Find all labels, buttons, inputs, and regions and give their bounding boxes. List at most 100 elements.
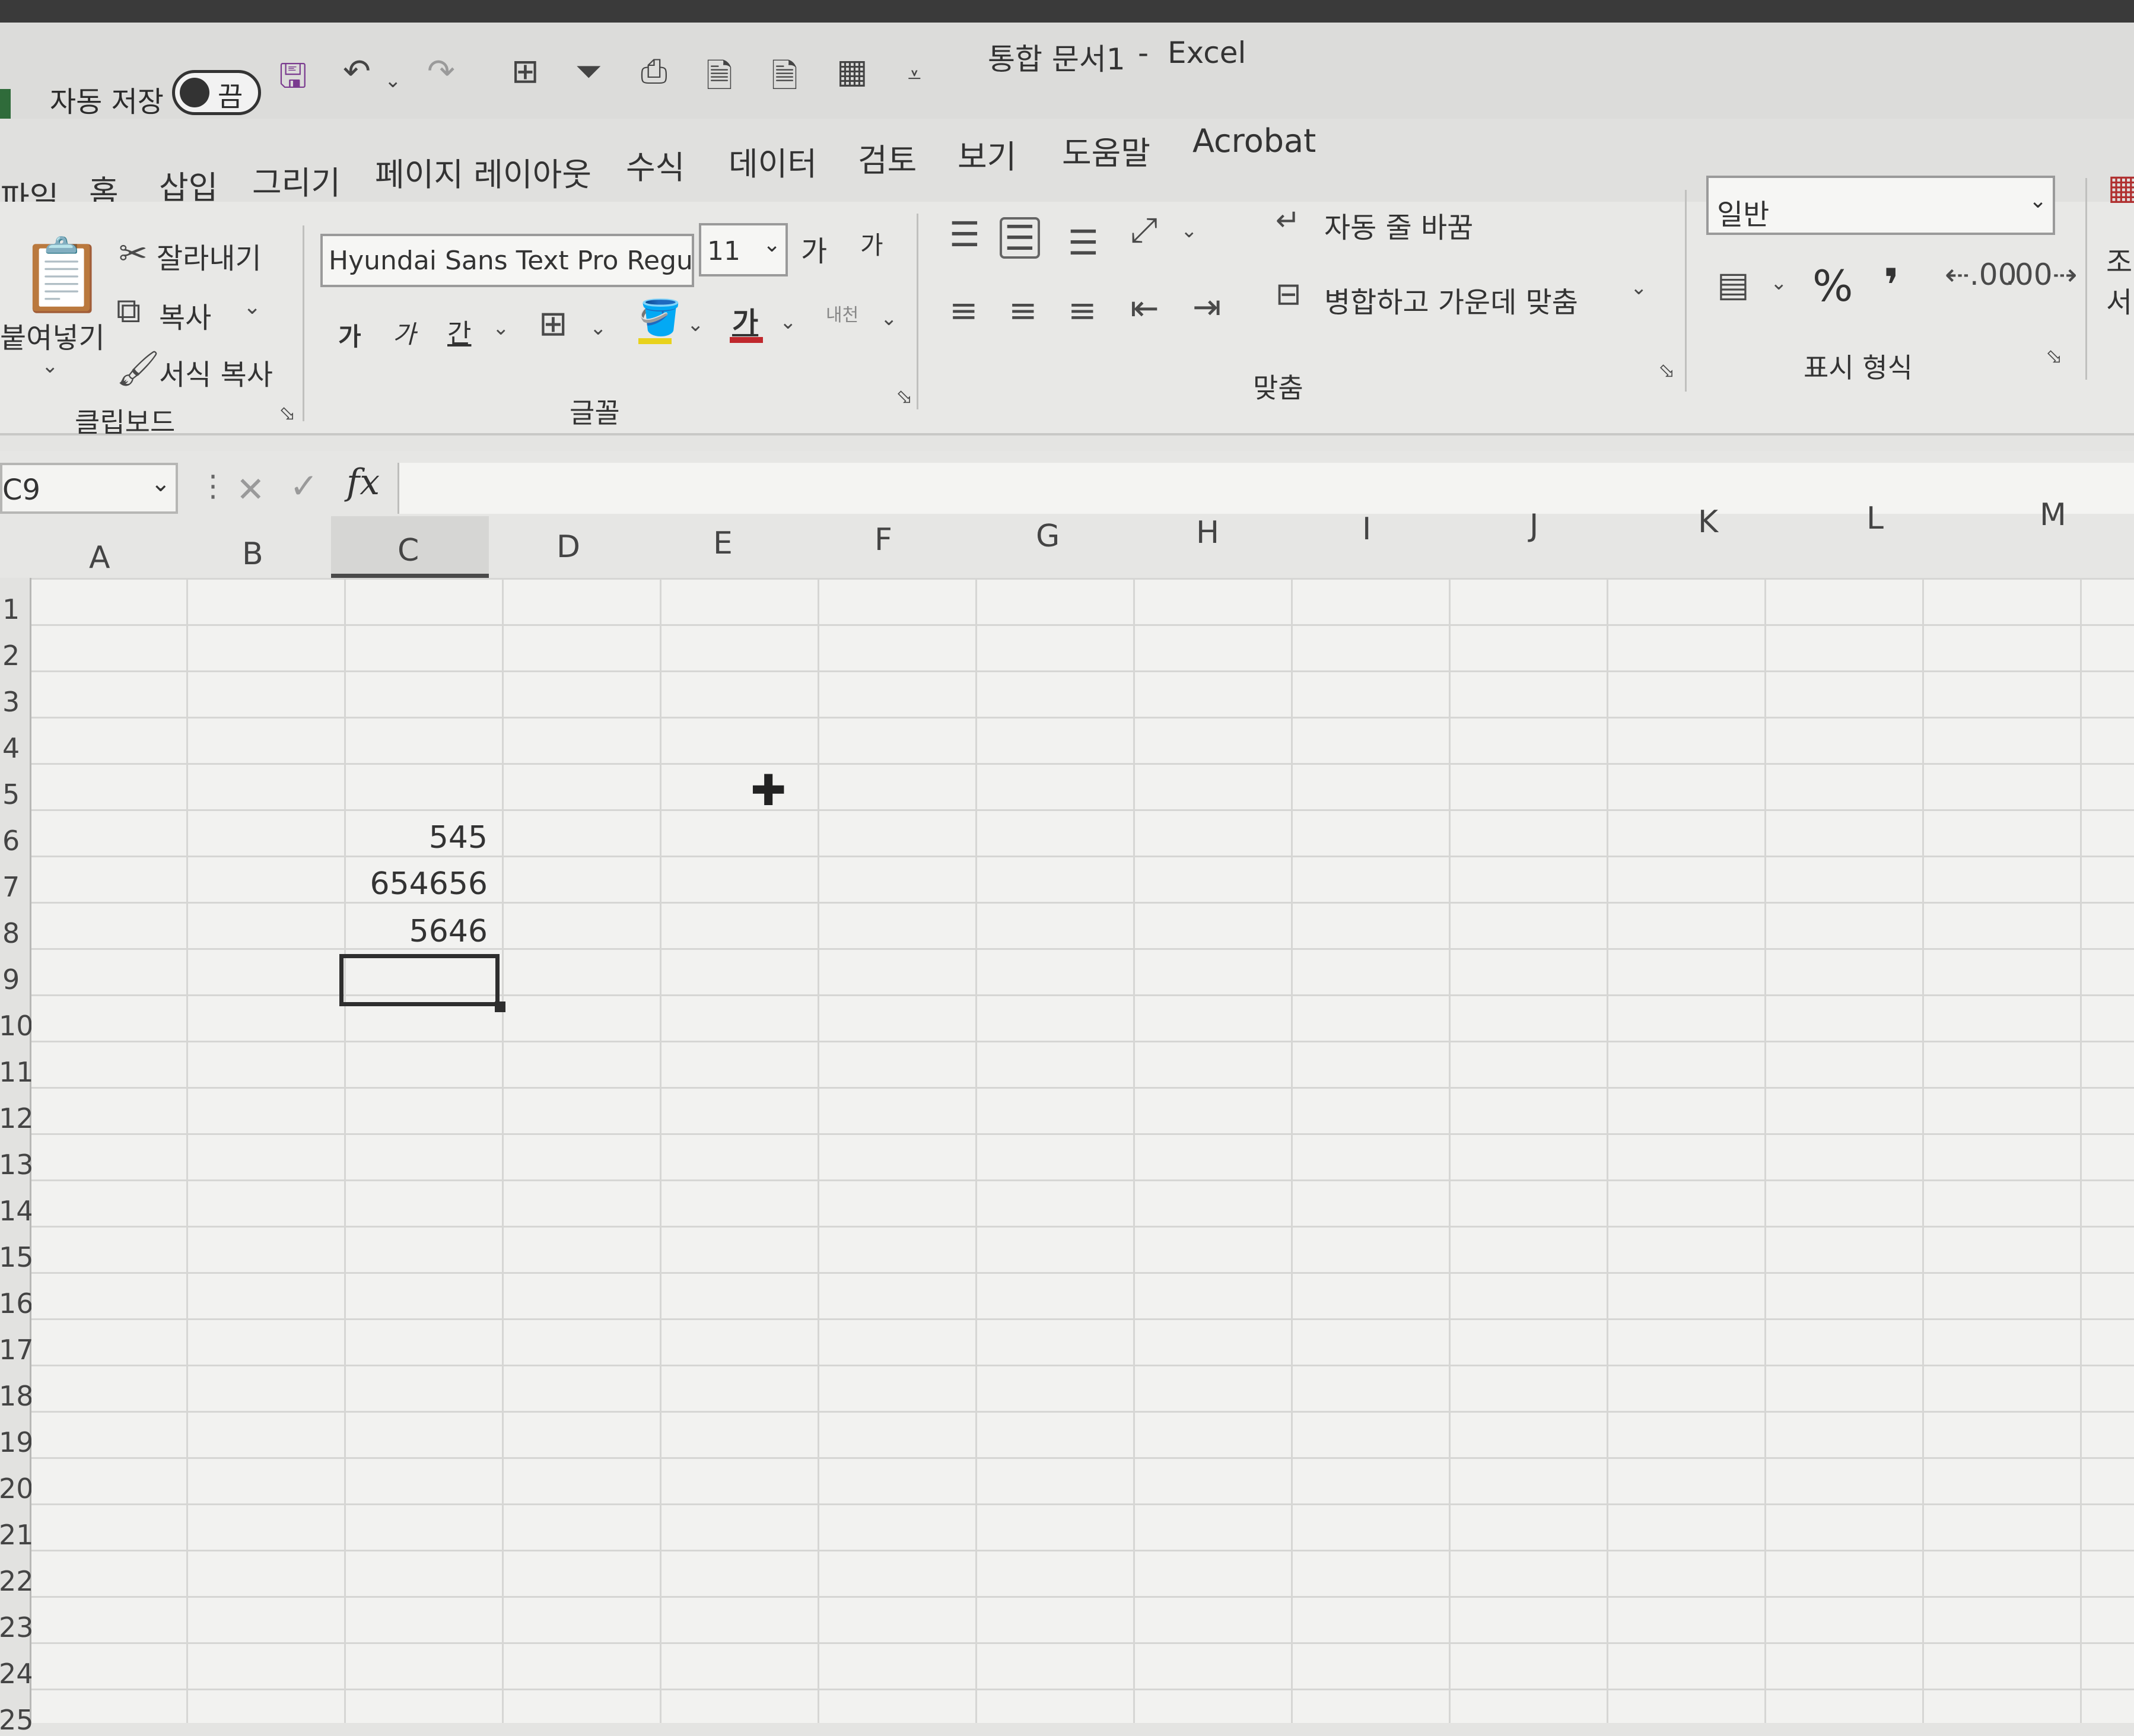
undo-dropdown-icon[interactable]: ⌄ [384,69,402,93]
copy-dropdown-icon[interactable]: ⌄ [243,297,261,318]
tab-acrobat[interactable]: Acrobat [1192,122,1316,160]
row-header-22[interactable]: 22 [0,1565,34,1597]
column-header-c[interactable]: C [397,533,419,568]
row-header-24[interactable]: 24 [0,1658,34,1690]
row-header-9[interactable]: 9 [2,964,20,996]
font-size-select[interactable]: 11 ⌄ [699,223,788,276]
number-format-select[interactable]: 일반 ⌄ [1706,176,2055,235]
grid-icon[interactable]: ▦ [837,52,868,91]
grow-font-button[interactable]: 가 [801,228,827,269]
row-header-10[interactable]: 10 [0,1010,34,1042]
undo-icon[interactable]: ↶ [343,52,371,91]
decrease-decimal-icon[interactable]: .00⇢ [2005,260,2077,290]
fill-handle[interactable] [495,1001,505,1012]
page-icon[interactable]: 🗎 [771,52,798,109]
row-header-3[interactable]: 3 [2,686,20,718]
merge-dropdown-icon[interactable]: ⌄ [1630,278,1648,298]
conditional-format-icon[interactable]: ▦ [2107,170,2134,204]
save-icon[interactable]: 🖫 [279,52,307,109]
row-header-20[interactable]: 20 [0,1473,34,1505]
row-header-6[interactable]: 6 [2,825,20,857]
tab-formulas[interactable]: 수식 [626,141,685,188]
border-dropdown-icon[interactable]: ⌄ [590,318,607,338]
row-header-12[interactable]: 12 [0,1102,34,1134]
tab-draw[interactable]: 그리기 [252,157,341,204]
row-header-15[interactable]: 15 [0,1241,34,1273]
autosave-toggle[interactable]: 끔 [172,70,261,115]
cancel-icon[interactable]: ✕ [236,472,265,507]
comma-button[interactable]: ❜ [1884,259,1899,311]
font-name-select[interactable]: Hyundai Sans Text Pro Regu [320,234,694,287]
filter-icon[interactable]: ⏷ [575,52,602,91]
bold-button[interactable]: 가 [338,317,361,353]
align-center-icon[interactable]: ≡ [1009,293,1038,328]
merge-center-button[interactable]: 병합하고 가운데 맞춤 [1324,279,1578,320]
cut-button[interactable]: 잘라내기 [157,235,262,276]
column-header-i[interactable]: I [1362,511,1371,547]
print-preview-icon[interactable]: ⎙ [641,52,667,91]
row-header-18[interactable]: 18 [0,1380,34,1412]
align-right-icon[interactable]: ≡ [1068,293,1097,328]
accounting-format-icon[interactable]: ▤ [1717,267,1750,301]
insert-function-button[interactable]: fx [346,462,380,503]
row-header-13[interactable]: 13 [0,1149,34,1181]
cell-c7[interactable]: 654656 [333,866,488,902]
selected-cell-c9[interactable] [339,954,500,1006]
accounting-dropdown-icon[interactable]: ⌄ [1770,273,1788,293]
phonetic-button[interactable]: 내천 [826,300,858,326]
wrap-text-button[interactable]: 자동 줄 바꿈 [1324,204,1473,246]
column-header-a[interactable]: A [89,540,110,576]
column-header-k[interactable]: K [1698,504,1718,540]
table-icon[interactable]: ⊞ [511,52,539,91]
page-icon[interactable]: 🗎 [706,52,733,109]
column-header-l[interactable]: L [1866,501,1884,536]
tab-data[interactable]: 데이터 [729,138,817,185]
tab-page-layout[interactable]: 페이지 레이아웃 [375,148,591,195]
alignment-launcher-icon[interactable]: ⬂ [1658,361,1675,381]
underline-button[interactable]: 간 [447,312,471,350]
row-header-25[interactable]: 25 [0,1704,34,1736]
row-header-11[interactable]: 11 [0,1056,34,1088]
orientation-icon[interactable]: ⤢ [1130,212,1157,247]
phonetic-dropdown-icon[interactable]: ⌄ [880,309,898,329]
column-header-h[interactable]: H [1196,515,1219,551]
orientation-dropdown-icon[interactable]: ⌄ [1181,221,1198,241]
paste-icon[interactable]: 📋 [18,240,106,311]
row-header-7[interactable]: 7 [2,871,20,903]
align-left-icon[interactable]: ≡ [949,293,978,328]
percent-button[interactable]: % [1812,261,1853,311]
tab-view[interactable]: 보기 [958,131,1016,177]
row-header-5[interactable]: 5 [2,778,20,810]
row-header-17[interactable]: 17 [0,1334,34,1366]
copy-button[interactable]: 복사 [159,294,211,336]
cell-c6[interactable]: 545 [333,820,488,856]
row-header-21[interactable]: 21 [0,1519,34,1551]
cell-c8[interactable]: 5646 [333,914,488,949]
paste-dropdown-icon[interactable]: ⌄ [42,356,59,376]
tab-help[interactable]: 도움말 [1062,127,1150,174]
number-launcher-icon[interactable]: ⬂ [2046,346,2063,367]
italic-button[interactable]: 가 [393,314,416,351]
cell-grid[interactable] [31,578,2134,1723]
tab-review[interactable]: 검토 [858,134,917,181]
shrink-font-button[interactable]: 가 [860,225,883,262]
row-header-19[interactable]: 19 [0,1426,34,1458]
font-color-dropdown-icon[interactable]: ⌄ [780,312,797,332]
column-header-d[interactable]: D [556,529,580,565]
clipboard-launcher-icon[interactable]: ⬂ [279,403,296,424]
row-header-14[interactable]: 14 [0,1195,34,1227]
row-header-4[interactable]: 4 [2,732,20,764]
align-bottom-icon[interactable]: ☰ [1068,225,1099,260]
paste-button[interactable]: 붙여넣기 [0,314,105,356]
column-header-g[interactable]: G [1036,519,1060,554]
font-launcher-icon[interactable]: ⬂ [896,387,913,407]
row-header-23[interactable]: 23 [0,1611,34,1643]
fill-dropdown-icon[interactable]: ⌄ [687,314,704,335]
fill-color-icon[interactable]: 🪣 [638,300,681,335]
row-header-1[interactable]: 1 [2,593,20,625]
row-header-8[interactable]: 8 [2,917,20,949]
enter-icon[interactable]: ✓ [290,469,319,503]
border-icon[interactable]: ⊞ [539,306,568,341]
customize-dropdown-icon[interactable]: ⩡ [908,62,921,89]
align-middle-icon[interactable]: ☰ [1000,217,1040,259]
